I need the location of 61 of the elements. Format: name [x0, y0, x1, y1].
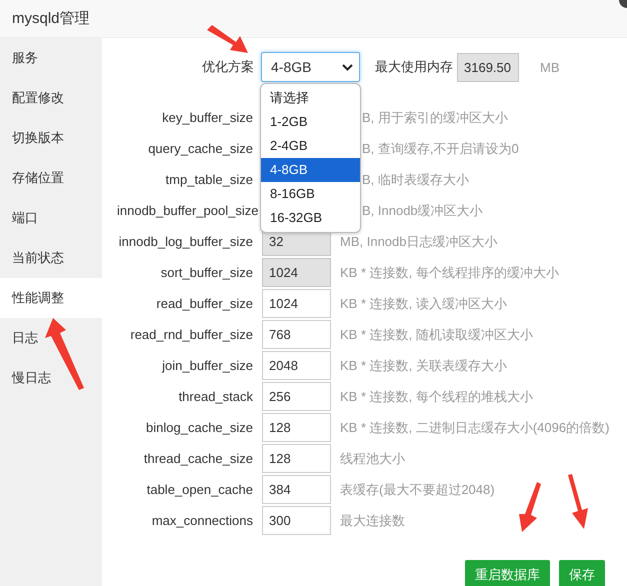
scheme-label: 优化方案: [202, 58, 254, 76]
window-title: mysqld管理: [12, 9, 90, 28]
setting-field[interactable]: 256: [262, 382, 331, 411]
setting-description: B, 查询缓存,不开启请设为0: [362, 140, 519, 158]
dropdown-option[interactable]: 2-4GB: [261, 134, 360, 158]
sidebar-item[interactable]: 配置修改: [0, 78, 102, 118]
setting-description: B, 用于索引的缓冲区大小: [362, 108, 508, 126]
setting-description: KB * 连接数, 二进制日志缓存大小(4096的倍数): [340, 418, 610, 436]
setting-description: MB, Innodb日志缓冲区大小: [340, 232, 498, 250]
max-memory-field[interactable]: 3169.50: [457, 52, 519, 82]
setting-label: thread_stack: [178, 389, 254, 404]
setting-label: tmp_table_size: [164, 172, 254, 187]
max-memory-label: 最大使用内存: [375, 58, 453, 76]
setting-label: binlog_cache_size: [145, 420, 254, 435]
setting-description: 线程池大小: [340, 450, 405, 468]
setting-description: KB * 连接数, 每个线程排序的缓冲大小: [340, 264, 559, 282]
setting-description: B, 临时表缓存大小: [362, 170, 469, 188]
setting-field[interactable]: 128: [262, 444, 331, 473]
setting-field[interactable]: 1024: [262, 289, 331, 318]
setting-field[interactable]: 768: [262, 320, 331, 349]
dropdown-option[interactable]: 1-2GB: [261, 110, 360, 134]
sidebar-item[interactable]: 慢日志: [0, 358, 102, 398]
setting-description: 最大连接数: [340, 512, 405, 530]
setting-label: join_buffer_size: [160, 358, 254, 373]
setting-label: thread_cache_size: [142, 451, 254, 466]
sidebar-item[interactable]: 日志: [0, 318, 102, 358]
setting-label: read_rnd_buffer_size: [129, 327, 254, 342]
setting-description: KB * 连接数, 每个线程的堆栈大小: [340, 388, 533, 406]
setting-description: KB * 连接数, 随机读取缓冲区大小: [340, 326, 533, 344]
setting-label: key_buffer_size: [161, 110, 254, 125]
setting-description: 表缓存(最大不要超过2048): [340, 480, 495, 498]
setting-label: max_connections: [150, 513, 254, 528]
dropdown-option[interactable]: 请选择: [261, 86, 360, 110]
chevron-icon: [342, 64, 353, 70]
unit-label: MB: [540, 60, 560, 74]
arrow: [568, 474, 588, 529]
setting-label: query_cache_size: [147, 141, 254, 156]
sidebar-item[interactable]: 性能调整: [0, 278, 102, 318]
arrow: [207, 25, 248, 53]
sidebar-item[interactable]: 端口: [0, 198, 102, 238]
sidebar-item[interactable]: 服务: [0, 38, 102, 78]
setting-description: B, Innodb缓冲区大小: [362, 202, 483, 220]
arrow: [519, 482, 541, 532]
setting-label: read_buffer_size: [155, 296, 254, 311]
setting-field[interactable]: 300: [262, 506, 331, 535]
setting-label: table_open_cache: [146, 482, 254, 497]
setting-field[interactable]: 128: [262, 413, 331, 442]
setting-label: sort_buffer_size: [160, 265, 254, 280]
setting-label: innodb_log_buffer_size: [118, 234, 254, 249]
setting-description: KB * 连接数, 关联表缓存大小: [340, 356, 507, 374]
scheme-dropdown[interactable]: 4-8GB: [261, 52, 360, 82]
setting-description: KB * 连接数, 读入缓冲区大小: [340, 294, 507, 312]
sidebar-item[interactable]: 当前状态: [0, 238, 102, 278]
dropdown-option[interactable]: 8-16GB: [261, 182, 360, 206]
setting-field[interactable]: 384: [262, 475, 331, 504]
setting-field[interactable]: 2048: [262, 351, 331, 380]
sidebar-item[interactable]: 存储位置: [0, 158, 102, 198]
sidebar-item[interactable]: 切换版本: [0, 118, 102, 158]
dropdown-option[interactable]: 16-32GB: [261, 206, 360, 230]
setting-label: innodb_buffer_pool_size: [117, 203, 260, 218]
dropdown-option[interactable]: 4-8GB: [261, 158, 360, 182]
